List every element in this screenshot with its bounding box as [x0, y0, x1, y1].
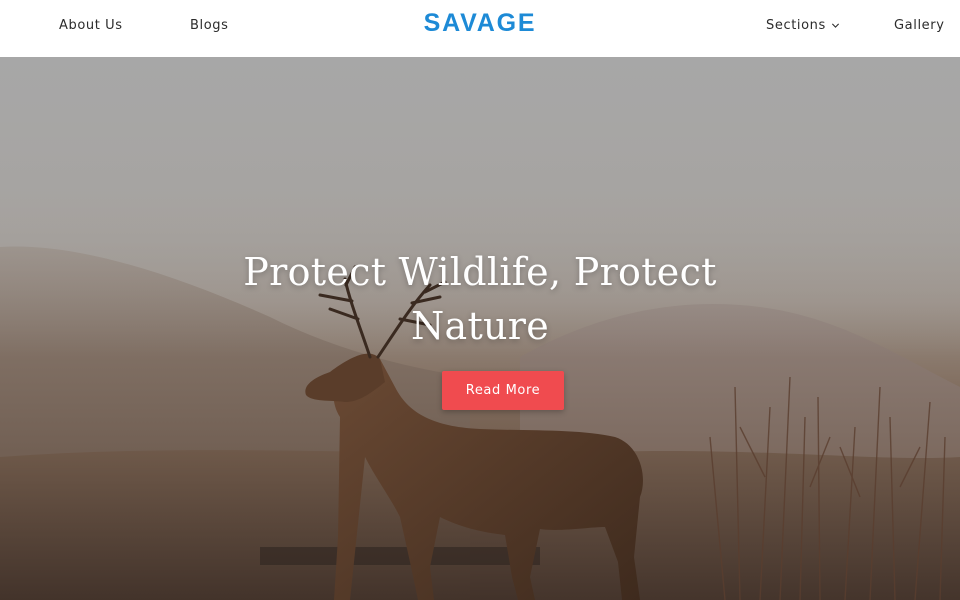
- nav-link-sections-dropdown[interactable]: Sections: [766, 18, 840, 33]
- nav-link-gallery[interactable]: Gallery: [894, 18, 945, 33]
- nav-link-about-us[interactable]: About Us: [59, 18, 123, 33]
- brand-logo[interactable]: SAVAGE: [424, 9, 537, 37]
- top-navbar: About Us Blogs SAVAGE Sections Gallery: [0, 0, 960, 56]
- read-more-button[interactable]: Read More: [442, 371, 564, 410]
- chevron-down-icon: [831, 23, 839, 28]
- nav-link-blogs[interactable]: Blogs: [190, 18, 229, 33]
- nav-link-sections-label: Sections: [766, 18, 826, 33]
- hero-section: Protect Wildlife, Protect Nature Read Mo…: [0, 57, 960, 600]
- hero-title: Protect Wildlife, Protect Nature: [243, 250, 717, 348]
